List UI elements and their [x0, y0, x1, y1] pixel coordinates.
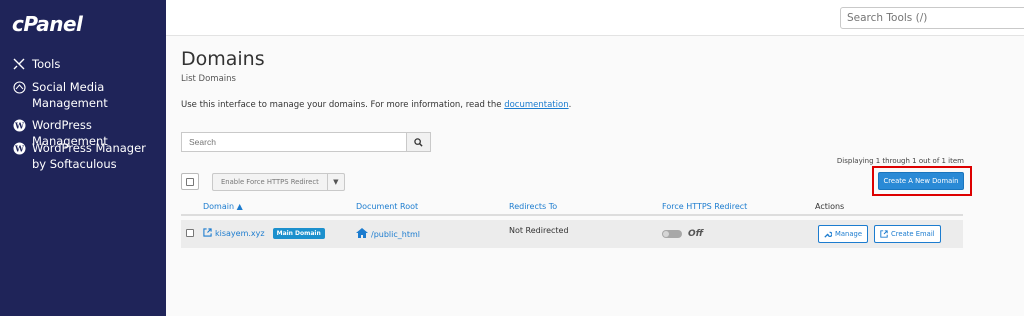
main-content: Domains List Domains Use this interface … [166, 36, 1024, 316]
sidebar-item-label: WordPress Manager by Softaculous [32, 141, 146, 171]
actions-cell: Manage Create Email [818, 225, 941, 243]
enable-force-https-button[interactable]: Enable Force HTTPS Redirect [213, 174, 328, 190]
home-icon [356, 228, 368, 240]
topbar [166, 0, 1024, 36]
sort-up-icon: ▲ [236, 202, 243, 211]
create-email-button[interactable]: Create Email [874, 225, 941, 243]
sidebar-item-wordpress-softaculous[interactable]: W WordPress Manager by Softaculous [12, 140, 157, 172]
intro-text: Use this interface to manage your domain… [181, 100, 571, 110]
wordpress-icon: W [12, 118, 26, 132]
row-checkbox[interactable] [186, 229, 194, 237]
create-new-domain-button[interactable]: Create A New Domain [878, 172, 964, 190]
table-row: kisayem.xyz Main Domain /public_html Not… [181, 220, 963, 248]
manage-button[interactable]: Manage [818, 225, 868, 243]
svg-text:W: W [14, 120, 25, 130]
tools-icon [12, 57, 26, 71]
intro-end: . [568, 100, 572, 110]
sidebar: cPanel Tools Social Media Management W W… [0, 0, 166, 316]
domain-cell: kisayem.xyz Main Domain [203, 228, 325, 239]
select-all-checkbox[interactable] [181, 173, 199, 190]
search-button[interactable] [406, 132, 431, 152]
checkbox-box [186, 177, 194, 186]
header-document-root[interactable]: Document Root [356, 202, 418, 211]
chevron-down-icon[interactable]: ▼ [328, 174, 344, 190]
document-root-cell: /public_html [356, 228, 420, 240]
document-root-link[interactable]: /public_html [371, 230, 420, 239]
domain-link[interactable]: kisayem.xyz [215, 229, 265, 238]
documentation-link[interactable]: documentation [504, 100, 568, 110]
table-header: Domain ▲ Document Root Redirects To Forc… [181, 198, 963, 216]
external-link-icon [880, 230, 888, 238]
toggle-state-label: Off [688, 229, 704, 239]
social-media-icon [12, 80, 26, 94]
force-https-cell: Off [662, 229, 703, 239]
search-input[interactable] [181, 132, 406, 152]
sidebar-item-tools[interactable]: Tools [12, 56, 157, 72]
force-https-toggle[interactable] [662, 230, 682, 238]
checkbox-box [186, 229, 194, 237]
header-force-https[interactable]: Force HTTPS Redirect [662, 202, 747, 211]
create-email-label: Create Email [891, 230, 935, 238]
header-domain-label: Domain [203, 202, 235, 211]
header-redirects-to[interactable]: Redirects To [509, 202, 557, 211]
external-link-icon [203, 228, 212, 239]
intro-body: Use this interface to manage your domain… [181, 100, 505, 110]
pagination-summary: Displaying 1 through 1 out of 1 item [836, 157, 964, 165]
wrench-icon [824, 231, 832, 238]
manage-label: Manage [835, 230, 862, 238]
cpanel-logo[interactable]: cPanel [12, 12, 83, 36]
search-tools-input[interactable] [840, 7, 1024, 29]
domain-search [181, 132, 431, 152]
page-title: Domains [181, 48, 265, 70]
redirects-to-cell: Not Redirected [509, 226, 569, 235]
header-actions: Actions [815, 202, 845, 211]
sidebar-item-label: Social Media Management [32, 80, 108, 110]
wordpress-icon: W [12, 141, 26, 155]
sidebar-item-social-media[interactable]: Social Media Management [12, 79, 157, 111]
page-subtitle: List Domains [181, 74, 236, 84]
header-domain[interactable]: Domain ▲ [203, 202, 243, 211]
search-icon [414, 137, 423, 147]
svg-text:W: W [14, 143, 25, 153]
main-domain-badge: Main Domain [272, 228, 325, 239]
force-https-button-group: Enable Force HTTPS Redirect ▼ [212, 173, 345, 191]
sidebar-item-label: Tools [32, 57, 61, 71]
